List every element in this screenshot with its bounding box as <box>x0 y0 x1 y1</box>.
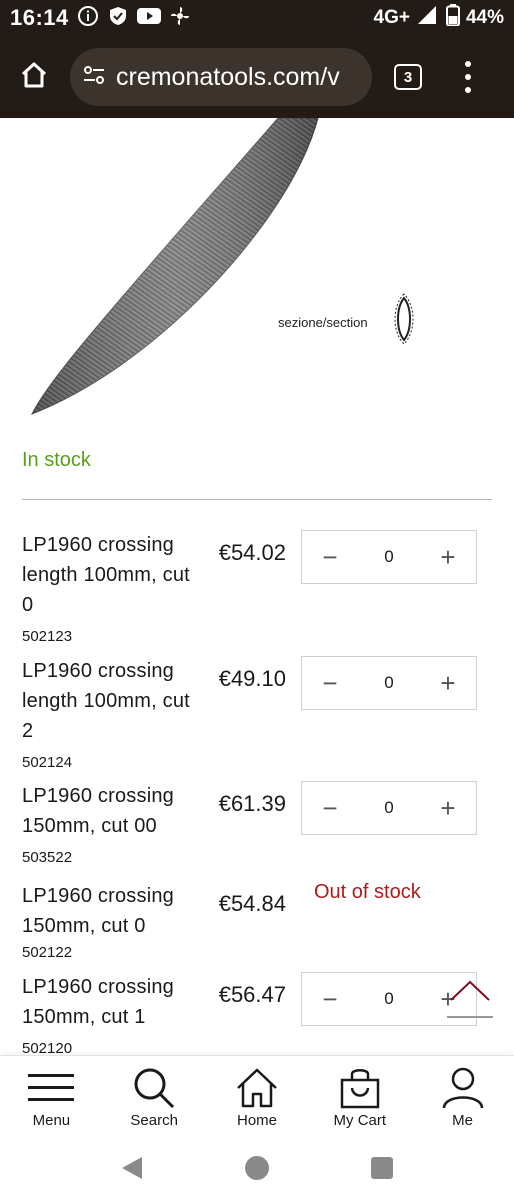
shopping-bag-icon <box>336 1066 384 1110</box>
nav-cart[interactable]: My Cart <box>308 1056 411 1140</box>
divider <box>22 499 492 500</box>
variant-price: €61.39 <box>218 791 286 816</box>
browser-toolbar: cremonatools.com/v 3 <box>0 36 514 118</box>
decrease-quantity-button[interactable]: − <box>320 795 340 821</box>
quantity-stepper: − 0 + <box>301 781 477 835</box>
address-bar[interactable]: cremonatools.com/v <box>70 48 372 106</box>
url-text: cremonatools.com/v <box>116 62 340 91</box>
variant-name: LP1960 crossing 150mm, cut 00 <box>22 785 174 837</box>
variant-sku: 502124 <box>22 754 73 771</box>
overflow-menu-icon <box>465 60 471 67</box>
variant-price: €56.47 <box>218 982 286 1007</box>
overflow-menu-button[interactable] <box>458 57 478 97</box>
network-type: 4G+ <box>373 7 410 28</box>
decrease-quantity-button[interactable]: − <box>320 986 340 1012</box>
stock-status: In stock <box>22 449 91 471</box>
shield-icon <box>107 5 129 32</box>
quantity-value[interactable]: 0 <box>384 673 393 693</box>
signal-icon <box>416 4 440 32</box>
out-of-stock-label: Out of stock <box>314 881 421 903</box>
info-icon <box>77 5 99 32</box>
nav-label: Menu <box>32 1112 71 1129</box>
home-icon <box>19 60 49 95</box>
variant-name: LP1960 crossing length 100mm, cut 0 <box>22 534 190 616</box>
back-icon[interactable] <box>120 1155 144 1186</box>
bottom-navigation: Menu Search Home My Cart Me <box>0 1055 514 1140</box>
quantity-value[interactable]: 0 <box>384 989 393 1009</box>
nav-menu[interactable]: Menu <box>0 1056 103 1140</box>
nav-label: Search <box>130 1112 178 1129</box>
variant-name: LP1960 crossing 150mm, cut 1 <box>22 976 174 1028</box>
nav-search[interactable]: Search <box>103 1056 206 1140</box>
increase-quantity-button[interactable]: + <box>438 544 458 570</box>
hamburger-icon <box>27 1066 75 1110</box>
status-time: 16:14 <box>10 5 69 30</box>
recents-icon[interactable] <box>370 1156 394 1185</box>
increase-quantity-button[interactable]: + <box>438 670 458 696</box>
file-blade-illustration <box>30 117 414 415</box>
section-label: sezione/section <box>278 315 368 330</box>
android-navigation-bar <box>0 1140 514 1200</box>
tabs-button[interactable]: 3 <box>394 64 422 90</box>
back-to-top-button[interactable] <box>447 978 493 1020</box>
variant-price: €49.10 <box>218 666 286 691</box>
variant-price: €54.02 <box>218 540 286 565</box>
variant-price: €54.84 <box>218 891 286 916</box>
search-icon <box>130 1066 178 1110</box>
product-image: sezione/section <box>0 117 514 428</box>
browser-home-button[interactable] <box>12 55 56 99</box>
notification-icons <box>77 5 191 32</box>
site-settings-icon[interactable] <box>82 64 106 91</box>
variant-name: LP1960 crossing length 100mm, cut 2 <box>22 660 190 742</box>
home-icon <box>233 1066 281 1110</box>
quantity-value[interactable]: 0 <box>384 798 393 818</box>
battery-percent: 44% <box>465 7 504 28</box>
decrease-quantity-button[interactable]: − <box>320 544 340 570</box>
variant-sku: 502123 <box>22 628 73 645</box>
status-bar: 16:14 4G+ 44% <box>0 0 514 36</box>
nav-home[interactable]: Home <box>206 1056 309 1140</box>
quantity-stepper: − 0 + <box>301 656 477 710</box>
nav-label: My Cart <box>333 1112 387 1129</box>
decrease-quantity-button[interactable]: − <box>320 670 340 696</box>
battery-icon <box>445 4 460 32</box>
status-right: 4G+ 44% <box>374 4 504 32</box>
variant-sku: 503522 <box>22 849 73 866</box>
tab-count: 3 <box>403 68 413 86</box>
home-circle-icon[interactable] <box>244 1155 270 1186</box>
increase-quantity-button[interactable]: + <box>438 795 458 821</box>
quantity-stepper: − 0 + <box>301 530 477 584</box>
user-icon <box>439 1066 487 1110</box>
variant-sku: 502122 <box>22 944 73 961</box>
quantity-value[interactable]: 0 <box>384 547 393 567</box>
fan-icon <box>169 5 191 32</box>
nav-label: Home <box>236 1112 277 1129</box>
youtube-icon <box>136 7 161 30</box>
nav-label: Me <box>452 1112 473 1129</box>
variant-name: LP1960 crossing 150mm, cut 0 <box>22 885 174 937</box>
chevron-up-icon <box>447 980 493 1024</box>
nav-account[interactable]: Me <box>411 1056 514 1140</box>
